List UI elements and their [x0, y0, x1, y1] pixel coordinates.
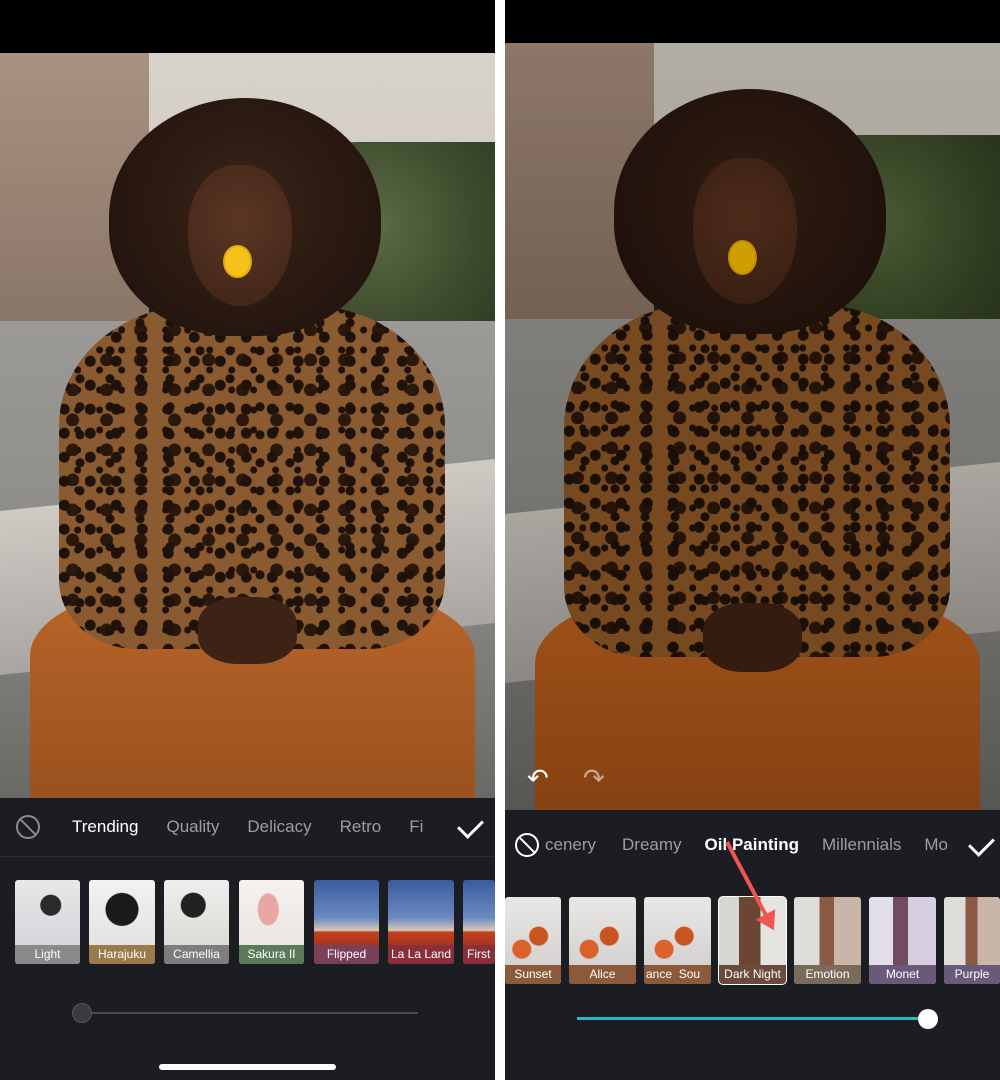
undo-icon[interactable]: ↶	[527, 765, 557, 791]
left-screen: Trending Quality Delicacy Retro Fi Light…	[0, 0, 495, 1080]
filter-item-first[interactable]: First	[463, 880, 495, 964]
filter-label: First	[463, 945, 495, 964]
slider-fill	[577, 1017, 928, 1020]
filter-label: Emotion	[794, 965, 861, 984]
filter-item-sakura-ii[interactable]: Sakura II	[239, 880, 304, 964]
filter-item-sunset[interactable]: Sunset	[505, 897, 561, 984]
intensity-slider[interactable]	[577, 1009, 938, 1029]
filter-thumbnails: Light Harajuku Camellia Sakura II Flippe…	[0, 880, 495, 970]
status-bar	[505, 0, 1000, 43]
filter-label: Camellia	[164, 945, 229, 964]
filter-label: Harajuku	[89, 945, 155, 964]
tab-delicacy[interactable]: Delicacy	[247, 817, 311, 837]
slider-knob[interactable]	[72, 1003, 92, 1023]
filter-item-purple[interactable]: Purple	[944, 897, 1000, 984]
filter-item-emotion[interactable]: Emotion	[794, 897, 861, 984]
tab-millennials[interactable]: Millennials	[822, 835, 901, 855]
filter-label: Alice	[569, 965, 636, 984]
status-bar	[0, 0, 495, 53]
tab-quality[interactable]: Quality	[166, 817, 219, 837]
filter-label: Monet	[869, 965, 936, 984]
filter-label: La La Land	[388, 945, 454, 964]
intensity-slider[interactable]	[72, 1003, 418, 1023]
photo-preview: ↶ ↷	[505, 43, 1000, 810]
tab-retro[interactable]: Retro	[340, 817, 382, 837]
redo-icon[interactable]: ↷	[583, 765, 613, 791]
filter-item-camellia[interactable]: Camellia	[164, 880, 229, 964]
filter-item-light[interactable]: Light	[15, 880, 80, 964]
filter-item-flipped[interactable]: Flipped	[314, 880, 379, 964]
filter-item-romance-soul[interactable]: ance Sou	[644, 897, 711, 984]
filter-item-la-la-land[interactable]: La La Land	[388, 880, 454, 964]
filter-label: Flipped	[314, 945, 379, 964]
filter-item-monet[interactable]: Monet	[869, 897, 936, 984]
filter-label: ance	[646, 967, 673, 981]
filter-category-bar: Trending Quality Delicacy Retro Fi	[0, 798, 495, 856]
filter-category-bar: cenery Dreamy Oil Painting Millennials M…	[505, 818, 1000, 872]
tab-scenery[interactable]: cenery	[545, 835, 596, 855]
filter-label: Sou	[678, 967, 701, 981]
filter-label: Purple	[944, 965, 1000, 984]
tab-trending[interactable]: Trending	[72, 817, 138, 837]
tab-fi[interactable]: Fi	[409, 817, 423, 837]
filter-thumbnails: Sunset Alice ance Sou Dark Night Emotion…	[505, 896, 1000, 987]
tab-mo[interactable]: Mo	[924, 835, 952, 855]
photo-preview	[0, 53, 495, 798]
no-filter-icon[interactable]	[515, 833, 539, 857]
filter-label: Light	[15, 945, 80, 964]
right-screen: ↶ ↷ cenery Dreamy Oil Painting Millennia…	[505, 0, 1000, 1080]
filter-label: Sakura II	[239, 945, 304, 964]
tab-dreamy[interactable]: Dreamy	[622, 835, 682, 855]
home-indicator[interactable]	[159, 1064, 336, 1070]
no-filter-icon[interactable]	[16, 815, 40, 839]
filter-label: Dark Night	[719, 965, 786, 984]
filter-label: Sunset	[505, 965, 561, 984]
filter-item-alice[interactable]: Alice	[569, 897, 636, 984]
slider-knob[interactable]	[918, 1009, 938, 1029]
tab-oil-painting[interactable]: Oil Painting	[705, 835, 799, 855]
filter-item-harajuku[interactable]: Harajuku	[89, 880, 155, 964]
